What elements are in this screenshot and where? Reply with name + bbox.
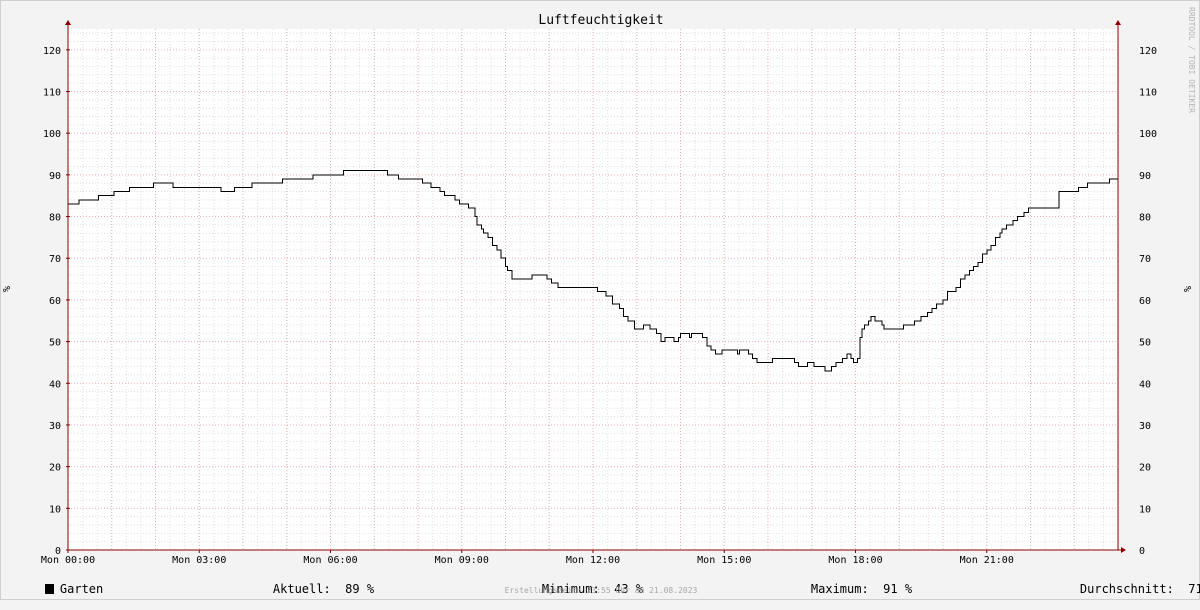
x-tick-label: Mon 12:00 [566, 555, 620, 566]
y-tick-label-right: 50 [1139, 338, 1151, 349]
y-tick-label-right: 30 [1139, 421, 1151, 432]
y-axis-label-right: % [1183, 286, 1194, 292]
chart-window: 0 10 20 30 40 50 60 70 80 90 100 110 120 0 10 20 30 40 50… [0, 0, 1200, 600]
y-tick-label-left: 70 [49, 254, 61, 265]
y-axis-arrow-right-icon [1115, 20, 1121, 25]
y-tick-label-left: 10 [49, 504, 61, 515]
y-tick-label-left: 40 [49, 379, 61, 390]
y-tick-label-right: 0 [1139, 546, 1145, 557]
y-tick-label-left: 30 [49, 421, 61, 432]
x-tick-label: Mon 03:00 [172, 555, 226, 566]
y-tick-label-right: 40 [1139, 379, 1151, 390]
y-tick-label-right: 20 [1139, 463, 1151, 474]
creation-timestamp: Erstellungszeit: 23:55 Uhr am 21.08.2023 [504, 586, 698, 595]
y-tick-label-right: 70 [1139, 254, 1151, 265]
x-tick-label: Mon 21:00 [960, 555, 1014, 566]
y-axis-arrow-left-icon [65, 20, 71, 25]
y-tick-label-left: 100 [43, 129, 61, 140]
y-tick-label-left: 60 [49, 296, 61, 307]
x-tick-label: Mon 00:00 [41, 555, 95, 566]
chart-title: Luftfeuchtigkeit [538, 13, 663, 28]
y-tick-label-right: 120 [1139, 46, 1157, 57]
humidity-chart: 0102030405060708090100110120 01020304050… [2, 13, 1194, 566]
y-tick-label-left: 20 [49, 463, 61, 474]
x-tick-label: Mon 06:00 [303, 555, 357, 566]
x-tick-label: Mon 15:00 [697, 555, 751, 566]
rrdtool-watermark: RRDTOOL / TOBI OETIKER [1187, 7, 1196, 113]
y-axis-label-left: % [2, 286, 13, 292]
y-tick-label-left: 110 [43, 88, 61, 99]
y-tick-label-right: 10 [1139, 504, 1151, 515]
x-tick-label: Mon 18:00 [828, 555, 882, 566]
y-tick-label-left: 90 [49, 171, 61, 182]
y-tick-label-right: 60 [1139, 296, 1151, 307]
y-tick-label-left: 50 [49, 338, 61, 349]
x-axis-arrow-icon [1121, 547, 1126, 553]
y-tick-label-right: 110 [1139, 88, 1157, 99]
x-tick-label: Mon 09:00 [435, 555, 489, 566]
y-tick-label-right: 100 [1139, 129, 1157, 140]
y-tick-label-right: 90 [1139, 171, 1151, 182]
watermark-text: RRDTOOL / TOBI OETIKER [1187, 7, 1196, 113]
y-tick-label-left: 80 [49, 213, 61, 224]
y-tick-label-right: 80 [1139, 213, 1151, 224]
y-tick-label-left: 120 [43, 46, 61, 57]
